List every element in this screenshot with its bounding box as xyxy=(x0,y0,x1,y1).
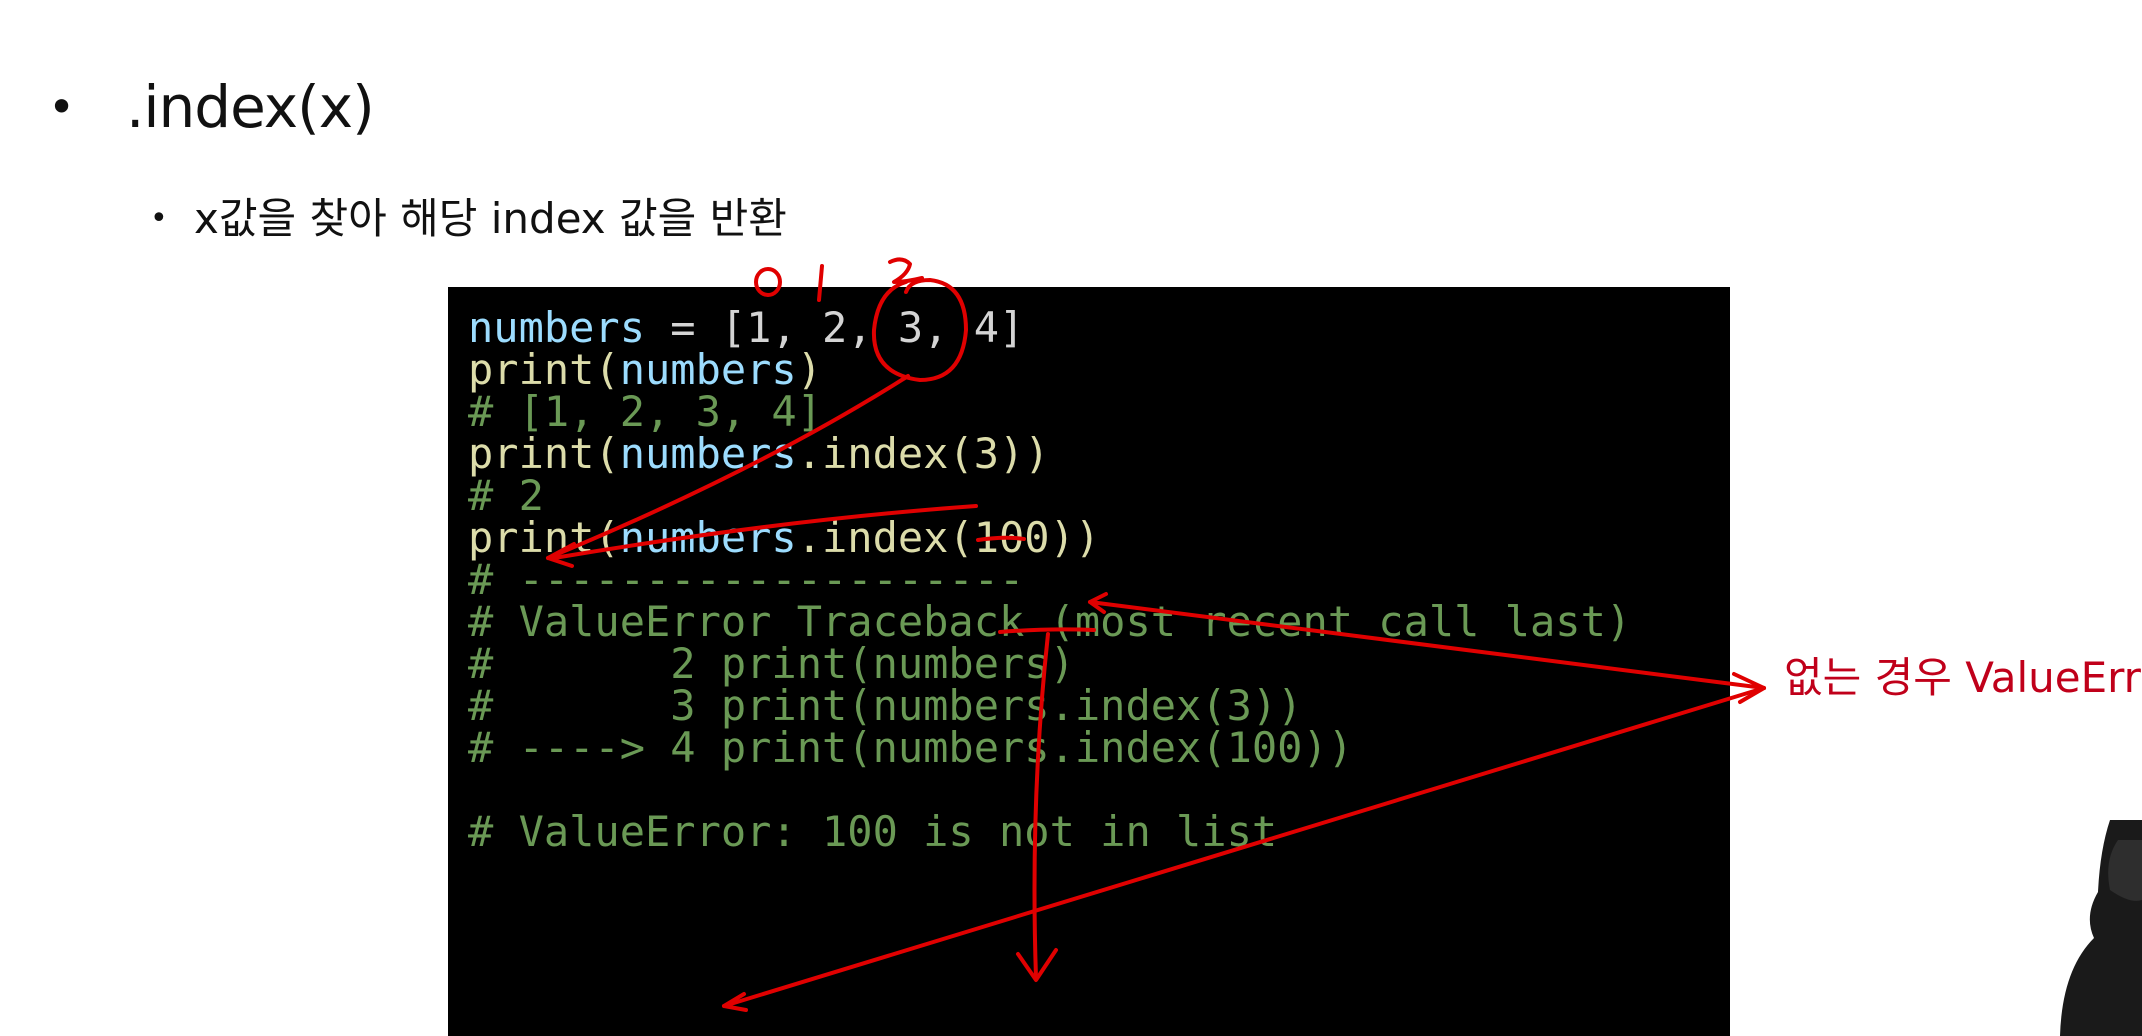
slide: • .index(x) • x값을 찾아 해당 index 값을 반환 numb… xyxy=(0,0,2142,1036)
code-token: # ValueError: 100 is not in list xyxy=(468,807,1278,856)
code-token: numbers xyxy=(619,429,797,478)
code-block: numbers = [1, 2, 3, 4] print(numbers) # [1… xyxy=(448,287,1730,1036)
sub-bullet: • x값을 찾아 해당 index 값을 반환 xyxy=(150,198,787,240)
code-token: # ----> 4 print(numbers.index(100)) xyxy=(468,723,1354,772)
code-token: .index(3)) xyxy=(796,429,1050,478)
slide-subheading: x값을 찾아 해당 index 값을 반환 xyxy=(194,194,787,243)
side-note: 없는 경우 ValueError xyxy=(1784,653,2142,702)
code-line: # ValueError: 100 is not in list xyxy=(468,803,1277,860)
code-line: print(numbers.index(3)) xyxy=(468,425,1050,482)
bullet-dot-icon: • xyxy=(150,201,168,236)
handwritten-index-2-icon xyxy=(888,257,924,284)
main-bullet: • .index(x) xyxy=(48,73,375,141)
code-line: # ----> 4 print(numbers.index(100)) xyxy=(468,719,1353,776)
presenter-video-icon xyxy=(2060,820,2142,1036)
slide-heading: .index(x) xyxy=(126,73,375,141)
bullet-dot-icon: • xyxy=(48,80,76,134)
